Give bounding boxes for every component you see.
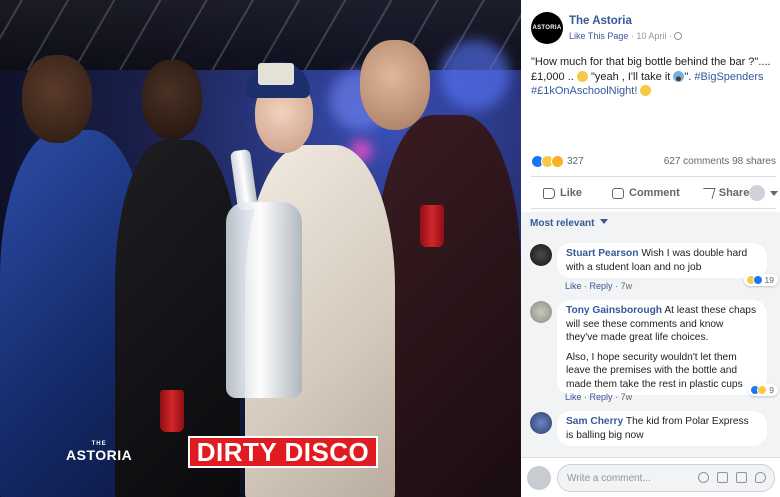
- comment-icon: [612, 187, 625, 199]
- comment-author[interactable]: Sam Cherry: [566, 416, 623, 427]
- hashtag[interactable]: #£1kOnAschoolNight!: [531, 85, 637, 97]
- comment-author[interactable]: Tony Gainsborough: [566, 305, 662, 316]
- comment-reactions[interactable]: 19: [743, 274, 778, 286]
- divider: [531, 176, 776, 177]
- page-avatar[interactable]: ASTORIA: [531, 12, 563, 44]
- comment-reply-link[interactable]: Reply: [590, 281, 613, 291]
- comments-section: Most relevant Stuart Pearson Wish I was …: [521, 212, 780, 457]
- comment-like-link[interactable]: Like: [565, 392, 582, 402]
- like-icon: [543, 187, 555, 199]
- share-icon: [700, 187, 716, 199]
- comment-actions: Like · Reply · 7w: [565, 281, 633, 291]
- wow-reaction-icon: [551, 155, 564, 168]
- shares-count[interactable]: 98 shares: [732, 156, 776, 167]
- sticker-icon[interactable]: [755, 472, 766, 483]
- camera-icon[interactable]: [717, 472, 728, 483]
- avatar: [749, 185, 766, 201]
- comments-count[interactable]: 627 comments: [664, 156, 730, 167]
- like-page-link[interactable]: Like This Page: [569, 31, 628, 41]
- post-stats: 327 627 comments 98 shares: [531, 154, 776, 170]
- chevron-down-icon: [600, 219, 609, 224]
- reactions-summary[interactable]: 327: [531, 155, 584, 168]
- composer-icons: [698, 472, 766, 483]
- comment-field[interactable]: [557, 464, 775, 492]
- comment-filter[interactable]: Most relevant: [530, 218, 609, 229]
- avatar[interactable]: [530, 412, 552, 434]
- like-reaction-icon: [752, 275, 763, 285]
- comment-button[interactable]: Comment: [612, 187, 680, 199]
- reaction-count: 327: [567, 156, 584, 167]
- comment-bubble: Tony Gainsborough At least these chaps w…: [557, 300, 767, 395]
- emoji-icon[interactable]: [698, 472, 709, 483]
- comment-age[interactable]: 7w: [621, 392, 633, 402]
- like-button[interactable]: Like: [543, 187, 582, 199]
- red-cup: [420, 205, 444, 247]
- cap-badge: [258, 63, 294, 85]
- comment-text: Also, I hope security wouldn't let them …: [566, 351, 743, 390]
- comment-like-link[interactable]: Like: [565, 281, 582, 291]
- audience-selector[interactable]: [749, 185, 779, 201]
- comment-bubble: Sam Cherry The kid from Polar Express is…: [557, 411, 767, 446]
- comment-age[interactable]: 7w: [621, 281, 633, 291]
- post-text: "How much for that big bottle behind the…: [531, 56, 771, 97]
- comment-bubble: Stuart Pearson Wish I was double hard wi…: [557, 243, 767, 278]
- red-cup: [160, 390, 184, 432]
- engagement-counts: 627 comments 98 shares: [664, 156, 776, 167]
- astoria-logo: THE ASTORIA: [66, 441, 133, 463]
- hashtag[interactable]: #BigSpenders: [694, 71, 763, 83]
- post-date[interactable]: 10 April: [636, 31, 666, 41]
- comment-reply-link[interactable]: Reply: [590, 392, 613, 402]
- comment-composer: [521, 457, 780, 497]
- chevron-down-icon: [770, 190, 779, 196]
- scream-emoji-icon: [673, 70, 685, 82]
- post-panel: ASTORIA The Astoria Like This Page · 10 …: [521, 0, 780, 497]
- page-name[interactable]: The Astoria: [569, 15, 632, 27]
- divider: [531, 208, 776, 209]
- dirty-disco-logo: DIRTY DISCO: [188, 436, 378, 468]
- avatar: [527, 466, 551, 490]
- avatar[interactable]: [530, 244, 552, 266]
- post-meta: Like This Page · 10 April ·: [569, 31, 683, 41]
- stage-light: [440, 40, 510, 110]
- comment-input[interactable]: [558, 465, 688, 491]
- action-bar: Like Comment Share: [531, 180, 779, 206]
- post-photo[interactable]: THE ASTORIA DIRTY DISCO: [0, 0, 521, 497]
- haha-reaction-icon: [757, 385, 768, 395]
- eyes-emoji-icon: [576, 70, 588, 82]
- comment-reactions[interactable]: 9: [748, 384, 778, 396]
- vodka-bottle: [226, 148, 302, 400]
- grin-emoji-icon: [640, 85, 652, 96]
- comment-actions: Like · Reply · 7w: [565, 392, 633, 402]
- gif-icon[interactable]: [736, 472, 747, 483]
- globe-icon: [674, 32, 683, 40]
- comment-author[interactable]: Stuart Pearson: [566, 248, 638, 259]
- avatar[interactable]: [530, 301, 552, 323]
- post-header: ASTORIA The Astoria Like This Page · 10 …: [531, 12, 776, 48]
- share-button[interactable]: Share: [700, 187, 749, 199]
